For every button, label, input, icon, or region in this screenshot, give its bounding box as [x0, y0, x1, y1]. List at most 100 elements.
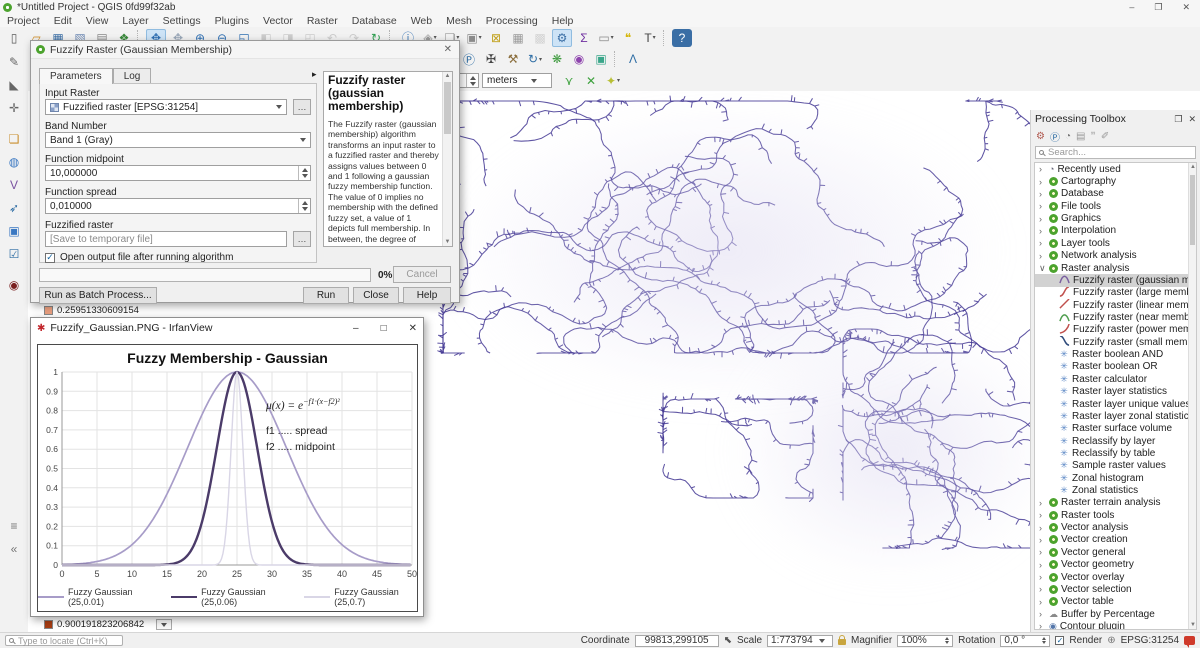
help-scrollbar[interactable]: ▲ ▼ — [442, 72, 452, 246]
open-attribute-table-button[interactable]: ▦ — [508, 29, 528, 47]
add-point-cloud-layer-button[interactable]: ◉ — [3, 274, 25, 295]
tree-algorithm-fuzzify-raster-small-membership-[interactable]: Fuzzify raster (small membership) — [1035, 336, 1188, 348]
rotation-spinner[interactable]: 0,0 ° — [1000, 635, 1050, 647]
tree-algorithm-raster-layer-unique-values-report[interactable]: ✳Raster layer unique values report — [1035, 398, 1188, 410]
add-raster-layer-button[interactable]: ◍ — [3, 151, 25, 172]
tree-algorithm-fuzzify-raster-power-membership-[interactable]: Fuzzify raster (power membership) — [1035, 324, 1188, 336]
lock-icon[interactable] — [838, 639, 846, 645]
new-project-button[interactable]: ▯ — [4, 29, 24, 47]
fuzzified-raster-browse-button[interactable]: … — [293, 231, 311, 247]
tree-algorithm-fuzzify-raster-large-membership-[interactable]: Fuzzify raster (large membership) — [1035, 287, 1188, 299]
fuzzified-raster-input[interactable]: [Save to temporary file] — [45, 231, 287, 247]
map-tips-button[interactable]: ❝ — [618, 29, 638, 47]
python-console-button[interactable]: Ⓟ — [459, 50, 479, 68]
tree-group-vector-creation[interactable]: ›Vector creation — [1035, 534, 1188, 546]
close-button[interactable]: Close — [353, 287, 399, 304]
tree-algorithm-reclassify-by-table[interactable]: ✳Reclassify by table — [1035, 447, 1188, 459]
scale-select[interactable]: 1:773794 — [767, 635, 833, 647]
band-number-select[interactable]: Band 1 (Gray) — [45, 132, 311, 148]
add-wms-layer-button[interactable]: ☑ — [3, 243, 25, 264]
magnifier-spinner[interactable]: 100% — [897, 635, 953, 647]
tree-algorithm-fuzzify-raster-gaussian-membership-[interactable]: Fuzzify raster (gaussian membership) — [1035, 274, 1188, 286]
add-postgis-layer-button[interactable]: ▣ — [3, 220, 25, 241]
menu-edit[interactable]: Edit — [47, 15, 79, 27]
snapping-options-button[interactable]: ✦▾ — [603, 72, 623, 90]
tree-scrollbar[interactable]: ▲ ▼ — [1188, 163, 1196, 629]
tree-group-vector-table[interactable]: ›Vector table — [1035, 596, 1188, 608]
tree-group-layer-tools[interactable]: ›Layer tools — [1035, 237, 1188, 249]
tree-algorithm-sample-raster-values[interactable]: ✳Sample raster values — [1035, 460, 1188, 472]
dialog-close-icon[interactable]: ✕ — [444, 44, 454, 55]
help-collapse-icon[interactable]: ▸ — [312, 69, 317, 80]
layer-item-top[interactable]: 0.25951330609154 — [28, 303, 254, 317]
osgeo-tools-button[interactable]: ⚒ — [503, 50, 523, 68]
toolbox-results-icon[interactable]: ▤ — [1076, 131, 1085, 142]
add-spatialite-layer-button[interactable]: ➶ — [3, 197, 25, 218]
menu-mesh[interactable]: Mesh — [439, 15, 479, 27]
measure-line-button[interactable]: ▭▾ — [596, 29, 616, 47]
viewer-close-icon[interactable]: ✕ — [409, 323, 417, 334]
menu-plugins[interactable]: Plugins — [208, 15, 256, 27]
tree-group-graphics[interactable]: ›Graphics — [1035, 212, 1188, 224]
input-raster-browse-button[interactable]: … — [293, 99, 311, 115]
tree-group-vector-overlay[interactable]: ›Vector overlay — [1035, 571, 1188, 583]
menu-layer[interactable]: Layer — [115, 15, 155, 27]
tree-algorithm-raster-calculator[interactable]: ✳Raster calculator — [1035, 373, 1188, 385]
coordinate-input[interactable]: 99813,299105 — [635, 635, 719, 647]
run-as-batch-button[interactable]: Run as Batch Process... — [39, 287, 157, 304]
layer-item-bottom[interactable]: 0.900191823206842 — [28, 617, 254, 632]
deselect-features-button[interactable]: ⊠ — [486, 29, 506, 47]
render-checkbox[interactable]: ✓ — [1055, 636, 1064, 645]
tree-group-network-analysis[interactable]: ›Network analysis — [1035, 250, 1188, 262]
viewer-maximize-icon[interactable]: □ — [381, 323, 387, 334]
viewer-minimize-icon[interactable]: – — [353, 323, 359, 334]
field-calculator-button[interactable]: ▩ — [530, 29, 550, 47]
coordinate-toggle-icon[interactable]: ⬉ — [724, 635, 732, 646]
datasource-manager-button[interactable]: ❏ — [3, 128, 25, 149]
tree-group-cartography[interactable]: ›Cartography — [1035, 175, 1188, 187]
toolbox-comment-icon[interactable]: ❞ — [1090, 131, 1095, 142]
dock-close-icon[interactable]: ✕ — [1188, 114, 1196, 125]
menu-view[interactable]: View — [79, 15, 116, 27]
tree-group-recently-used[interactable]: ›◔Recently used — [1035, 163, 1188, 175]
units-select[interactable]: meters — [482, 73, 552, 88]
tree-group-contour-plugin[interactable]: ›◉Contour plugin — [1035, 620, 1188, 630]
epsg-label[interactable]: EPSG:31254 — [1121, 635, 1179, 646]
tree-group-raster-tools[interactable]: ›Raster tools — [1035, 509, 1188, 521]
plugin-reloader-button[interactable]: ↻▾ — [525, 50, 545, 68]
statistical-summary-button[interactable]: Σ — [574, 29, 594, 47]
tree-algorithm-raster-surface-volume[interactable]: ✳Raster surface volume — [1035, 423, 1188, 435]
toolbox-models-icon[interactable]: ⚙ — [1036, 131, 1045, 142]
tree-group-interpolation[interactable]: ›Interpolation — [1035, 225, 1188, 237]
tree-algorithm-raster-layer-statistics[interactable]: ✳Raster layer statistics — [1035, 385, 1188, 397]
menu-database[interactable]: Database — [345, 15, 404, 27]
run-button[interactable]: Run — [303, 287, 349, 304]
tree-group-buffer-by-percentage[interactable]: ›☁Buffer by Percentage — [1035, 608, 1188, 620]
processing-toolbox-toggle-button[interactable]: ⚙ — [552, 29, 572, 47]
menu-help[interactable]: Help — [545, 15, 581, 27]
tree-group-database[interactable]: ›Database — [1035, 188, 1188, 200]
menu-raster[interactable]: Raster — [300, 15, 345, 27]
tree-group-raster-analysis[interactable]: ∨Raster analysis — [1035, 262, 1188, 274]
close-icon[interactable]: ✕ — [1182, 2, 1190, 13]
tree-algorithm-raster-boolean-and[interactable]: ✳Raster boolean AND — [1035, 348, 1188, 360]
cancel-button[interactable]: Cancel — [393, 266, 451, 283]
input-raster-select[interactable]: Fuzzified raster [EPSG:31254] — [45, 99, 287, 115]
metasearch-button[interactable]: Λ — [623, 50, 643, 68]
plugin-manager-button[interactable]: ❋ — [547, 50, 567, 68]
dock-float-icon[interactable]: ❐ — [1174, 114, 1182, 125]
dialog-titlebar[interactable]: Fuzzify Raster (Gaussian Membership) ✕ — [31, 41, 459, 59]
function-midpoint-spinner[interactable]: 10,000000 — [45, 165, 311, 181]
tree-group-raster-terrain-analysis[interactable]: ›Raster terrain analysis — [1035, 497, 1188, 509]
toolbox-python-icon[interactable]: Ⓟ — [1050, 129, 1060, 144]
tree-algorithm-fuzzify-raster-linear-membership-[interactable]: Fuzzify raster (linear membership) — [1035, 299, 1188, 311]
georeferencer-button[interactable]: ▣ — [591, 50, 611, 68]
help-contents-button[interactable]: ? — [672, 29, 692, 47]
osm-place-search-button[interactable]: ◉ — [569, 50, 589, 68]
toolbox-options-icon[interactable]: ✐ — [1101, 131, 1109, 142]
tree-algorithm-zonal-histogram[interactable]: ✳Zonal histogram — [1035, 472, 1188, 484]
select-by-value-button[interactable]: ▣▾ — [464, 29, 484, 47]
locator-input[interactable]: Type to locate (Ctrl+K) — [5, 635, 123, 646]
menu-settings[interactable]: Settings — [156, 15, 208, 27]
tree-algorithm-fuzzify-raster-near-membership-[interactable]: Fuzzify raster (near membership) — [1035, 311, 1188, 323]
